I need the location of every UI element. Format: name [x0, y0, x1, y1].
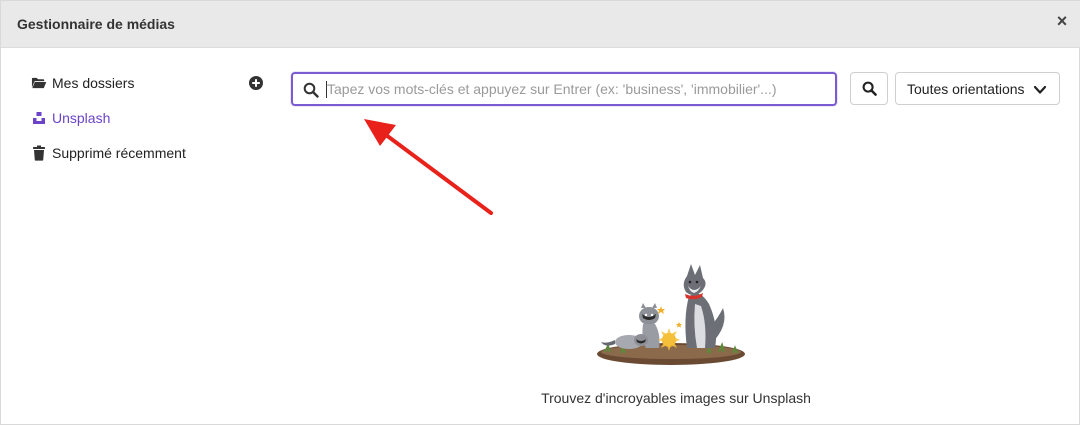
chevron-down-icon: [1033, 83, 1047, 95]
search-icon: [303, 82, 319, 98]
sidebar: Mes dossiers Unsplash Supprimé récemment: [1, 49, 279, 425]
trash-icon: [31, 145, 47, 161]
sidebar-item-supprime-recemment[interactable]: Supprimé récemment: [31, 142, 186, 164]
animals-illustration: [597, 264, 745, 365]
sidebar-item-label: Supprimé récemment: [52, 145, 186, 161]
modal-title: Gestionnaire de médias: [17, 16, 175, 32]
media-manager-modal: Gestionnaire de médias × Mes dossiers Un…: [0, 0, 1080, 425]
folder-open-icon: [31, 75, 47, 91]
search-field[interactable]: [291, 72, 837, 106]
unsplash-icon: [31, 110, 47, 126]
search-button[interactable]: [850, 72, 888, 105]
orientation-dropdown[interactable]: Toutes orientations: [895, 72, 1060, 105]
sidebar-item-label: Mes dossiers: [52, 75, 135, 91]
modal-header: Gestionnaire de médias ×: [1, 1, 1080, 48]
red-arrow-annotation: [364, 119, 493, 215]
search-input[interactable]: [327, 76, 827, 102]
add-folder-button[interactable]: [248, 75, 264, 91]
search-icon: [862, 81, 877, 96]
plus-circle-icon: [249, 76, 263, 90]
sidebar-item-label: Unsplash: [52, 110, 111, 126]
empty-state-message: Trouvez d'incroyables images sur Unsplas…: [541, 390, 811, 406]
close-button[interactable]: ×: [1053, 12, 1071, 30]
orientation-selected: Toutes orientations: [907, 80, 1025, 97]
sidebar-item-unsplash[interactable]: Unsplash: [31, 107, 110, 129]
sidebar-item-mes-dossiers[interactable]: Mes dossiers: [31, 72, 134, 94]
